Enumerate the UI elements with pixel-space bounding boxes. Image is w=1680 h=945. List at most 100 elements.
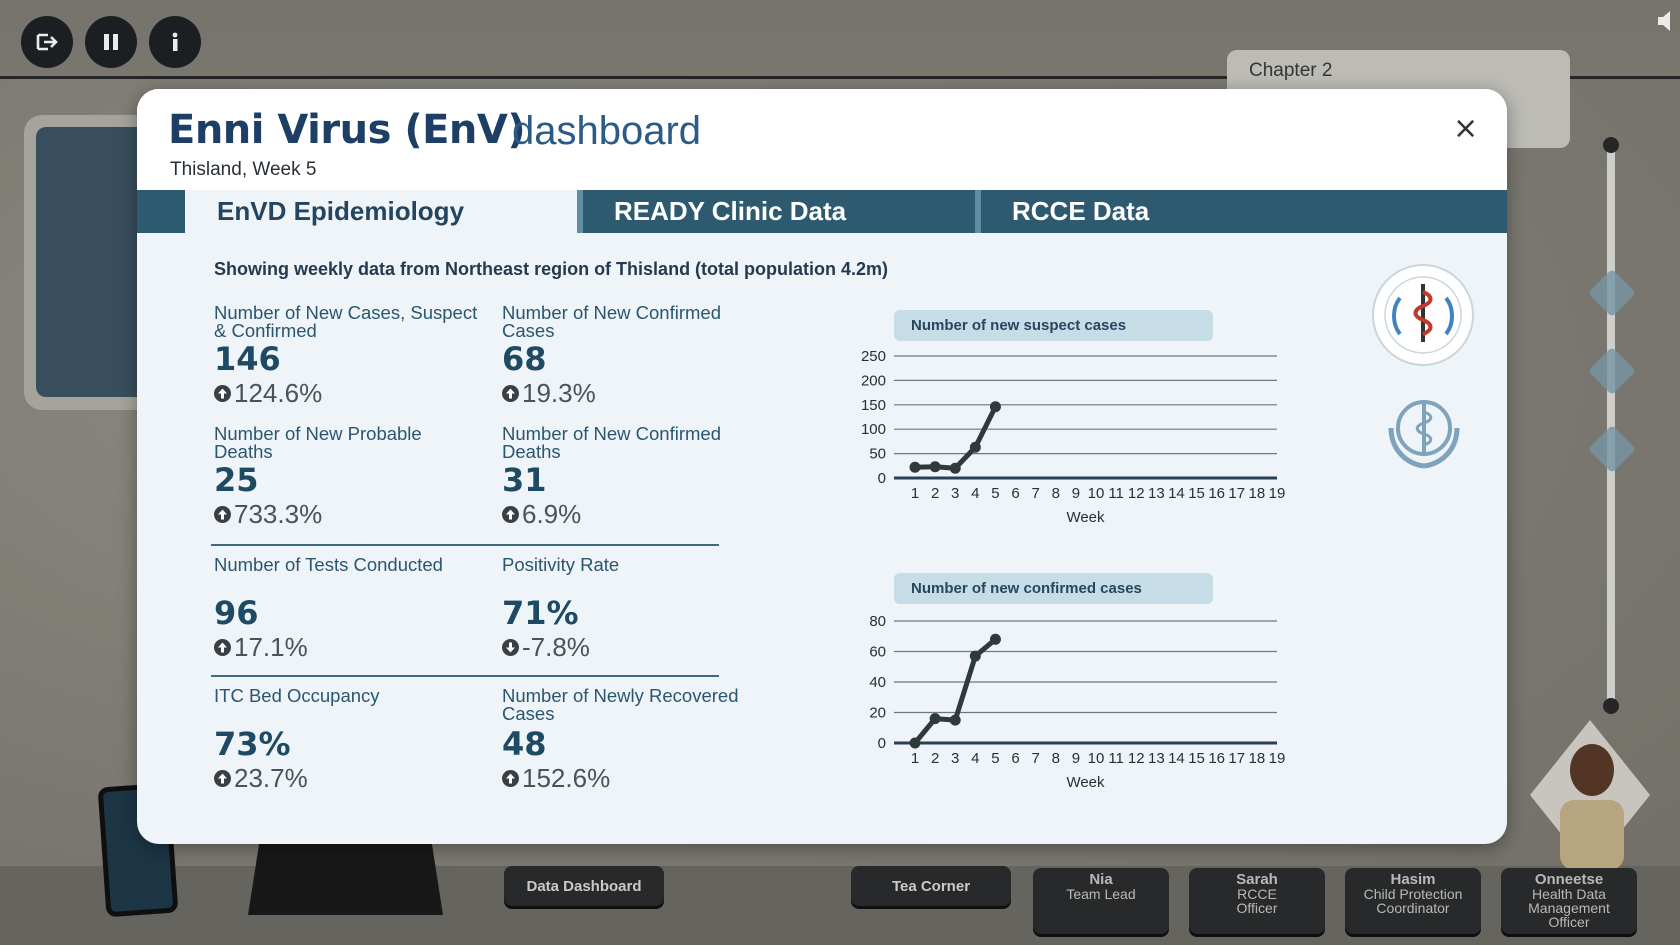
x-tick-label: 13 — [1148, 750, 1165, 767]
stat-itc-bed-occupancy: ITC Bed Occupancy 73% 23.7% — [214, 685, 484, 794]
x-tick-label: 10 — [1088, 750, 1105, 767]
stat-label: ITC Bed Occupancy — [214, 685, 380, 706]
y-tick-label: 0 — [878, 735, 886, 752]
stat-confirmed-cases: Number of New Confirmed Cases 68 19.3% — [502, 302, 772, 409]
y-tick-label: 40 — [869, 674, 886, 691]
arrow-up-icon — [502, 506, 519, 523]
x-tick-label: 18 — [1249, 485, 1266, 502]
x-tick-label: 18 — [1249, 750, 1266, 767]
stat-change: 733.3% — [214, 499, 484, 530]
stat-value: 25 — [214, 461, 259, 499]
data-point — [969, 441, 981, 453]
x-tick-label: 10 — [1088, 485, 1105, 502]
stat-value: 96 — [214, 594, 259, 632]
x-tick-label: 4 — [971, 485, 979, 502]
x-tick-label: 19 — [1269, 485, 1286, 502]
stat-value: 71% — [502, 594, 579, 632]
stat-label: Number of New Confirmed Cases — [502, 302, 721, 341]
data-point — [989, 633, 1001, 645]
stat-new-cases: Number of New Cases, Suspect & Confirmed… — [214, 302, 484, 409]
arrow-up-icon — [214, 770, 231, 787]
arrow-up-icon — [502, 385, 519, 402]
stat-change-value: 17.1% — [234, 632, 308, 662]
stat-change-value: 152.6% — [522, 763, 611, 793]
x-tick-label: 17 — [1228, 485, 1245, 502]
stat-change-value: 124.6% — [234, 378, 323, 408]
data-point — [929, 461, 941, 473]
data-point — [909, 737, 921, 749]
x-tick-label: 11 — [1108, 750, 1124, 767]
x-tick-label: 4 — [971, 750, 979, 767]
x-tick-label: 6 — [1011, 485, 1019, 502]
stat-change: 152.6% — [502, 763, 772, 794]
x-tick-label: 7 — [1031, 485, 1039, 502]
chart-new-suspect-cases: 0501001502002501 2 3 4 5 6 7 8 9 10 11 12 13 14 15 16 17… — [861, 348, 1286, 526]
arrow-up-icon — [214, 506, 231, 523]
stat-change-value: 733.3% — [234, 499, 323, 529]
stat-change-value: 6.9% — [522, 499, 582, 529]
x-tick-label: 5 — [991, 485, 999, 502]
dashboard-modal: Enni Virus (EnV) dashboard Thisland, Wee… — [137, 89, 1507, 844]
x-tick-label: 1 — [911, 750, 919, 767]
x-tick-label: 19 — [1269, 750, 1286, 767]
tab-ready-clinic-data[interactable]: READY Clinic Data — [582, 190, 969, 233]
stat-change-value: 23.7% — [234, 763, 308, 793]
chart-title-confirmed: Number of new confirmed cases — [894, 573, 1213, 604]
x-tick-label: 14 — [1168, 485, 1185, 502]
x-tick-label: 16 — [1208, 750, 1225, 767]
data-point — [949, 714, 961, 726]
tab-rcce-data[interactable]: RCCE Data — [980, 190, 1412, 233]
stat-change: -7.8% — [502, 632, 772, 663]
x-tick-label: 9 — [1072, 750, 1080, 767]
x-tick-label: 13 — [1148, 485, 1165, 502]
y-tick-label: 200 — [861, 372, 886, 389]
arrow-up-icon — [214, 639, 231, 656]
x-tick-label: 8 — [1052, 485, 1060, 502]
stat-value: 48 — [502, 725, 547, 763]
stat-change: 17.1% — [214, 632, 484, 663]
y-tick-label: 80 — [869, 613, 886, 630]
x-tick-label: 14 — [1168, 750, 1185, 767]
y-tick-label: 60 — [869, 644, 886, 661]
stat-label: Number of Newly Recovered Cases — [502, 685, 739, 724]
stat-label: Positivity Rate — [502, 554, 620, 575]
modal-header: Enni Virus (EnV) dashboard Thisland, Wee… — [137, 89, 1507, 190]
x-tick-label: 16 — [1208, 485, 1225, 502]
x-tick-label: 12 — [1128, 750, 1145, 767]
series-line — [914, 405, 998, 471]
y-tick-label: 100 — [861, 421, 886, 438]
stat-change: 19.3% — [502, 378, 772, 409]
x-tick-label: 2 — [931, 750, 939, 767]
y-tick-label: 20 — [869, 705, 886, 722]
x-tick-label: 6 — [1011, 750, 1019, 767]
y-tick-label: 50 — [869, 446, 886, 463]
region-note: Showing weekly data from Northeast regio… — [214, 259, 889, 279]
data-point — [989, 401, 1001, 413]
close-icon[interactable]: × — [1453, 111, 1478, 146]
x-tick-label: 1 — [911, 485, 919, 502]
x-tick-label: 12 — [1128, 485, 1145, 502]
stat-positivity-rate: Positivity Rate 71% -7.8% — [502, 554, 772, 663]
stat-change: 23.7% — [214, 763, 484, 794]
who-emblem-logo — [1388, 400, 1460, 469]
x-tick-label: 15 — [1188, 485, 1205, 502]
stat-value: 73% — [214, 725, 291, 763]
x-tick-label: 17 — [1228, 750, 1245, 767]
stat-change-value: -7.8% — [522, 632, 590, 662]
chart-title-suspect: Number of new suspect cases — [894, 310, 1213, 341]
tab-envd-epidemiology[interactable]: EnVD Epidemiology — [185, 190, 577, 233]
stat-tests-conducted: Number of Tests Conducted 96 17.1% — [214, 555, 484, 663]
data-point — [949, 462, 961, 474]
x-tick-label: 8 — [1052, 750, 1060, 767]
stat-newly-recovered: Number of Newly Recovered Cases 48 152.6… — [502, 685, 772, 794]
chart-new-confirmed-cases: 0204060801 2 3 4 5 6 7 8 9 10 11 12 13 14 15 16 17 18 19We… — [869, 613, 1286, 791]
stat-change: 124.6% — [214, 378, 484, 409]
tab-bar: EnVD Epidemiology READY Clinic Data RCCE… — [137, 190, 1507, 233]
dashboard-title-suffix: dashboard — [512, 109, 702, 153]
x-tick-label: 9 — [1072, 485, 1080, 502]
dashboard-subtitle: Thisland, Week 5 — [170, 159, 317, 180]
stat-label: Number of New Cases, Suspect & Confirmed — [214, 302, 478, 341]
divider — [211, 675, 719, 677]
x-tick-label: 2 — [931, 485, 939, 502]
y-tick-label: 150 — [861, 397, 886, 414]
